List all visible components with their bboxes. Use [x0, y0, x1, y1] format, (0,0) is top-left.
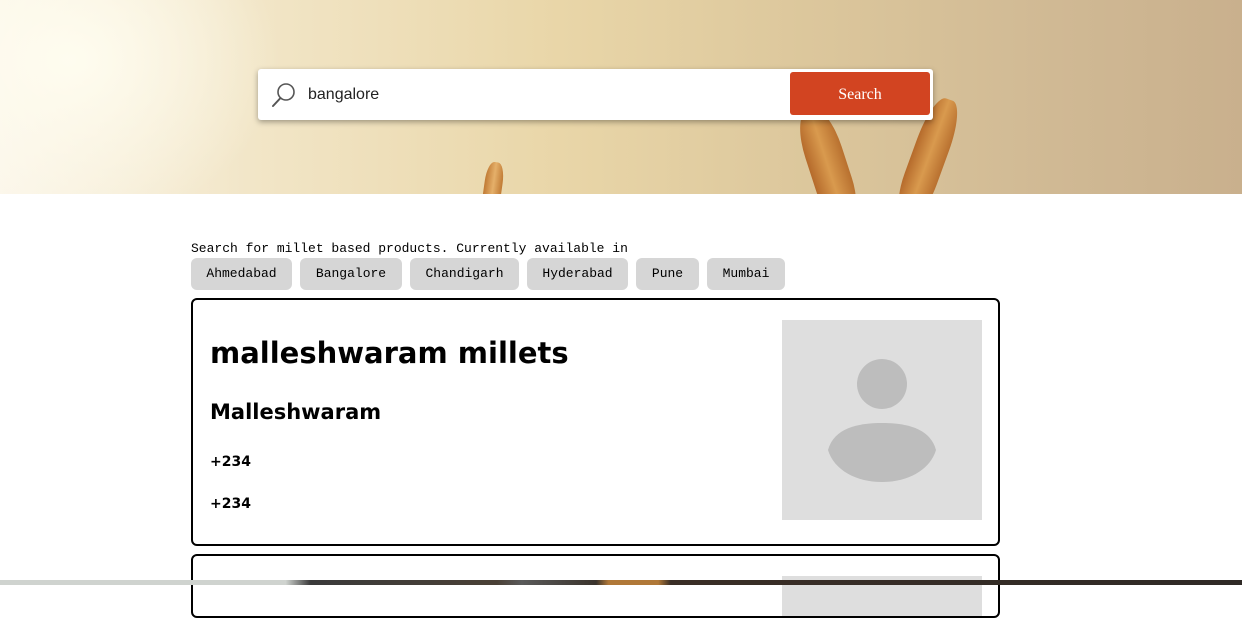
search-button[interactable]: Search [790, 72, 930, 115]
city-chip-hyderabad[interactable]: Hyderabad [527, 258, 628, 290]
hero-banner: Search [0, 0, 1242, 194]
result-card[interactable] [191, 554, 1000, 618]
search-input[interactable] [306, 77, 780, 113]
store-phone: +234 [210, 496, 251, 512]
user-icon [828, 359, 936, 482]
city-chip-bangalore[interactable]: Bangalore [300, 258, 402, 290]
city-chip-chandigarh[interactable]: Chandigarh [410, 258, 519, 290]
city-chip-mumbai[interactable]: Mumbai [707, 258, 785, 290]
avatar-placeholder [782, 320, 982, 520]
search-icon [270, 81, 298, 109]
millet-stalk-image [480, 160, 506, 194]
store-phone: +234 [210, 454, 251, 470]
result-card[interactable]: malleshwaram millets Malleshwaram +234 +… [191, 298, 1000, 546]
intro-text: Search for millet based products. Curren… [191, 241, 628, 256]
taskbar-strip [0, 580, 1242, 585]
city-chip-ahmedabad[interactable]: Ahmedabad [191, 258, 292, 290]
city-chip-pune[interactable]: Pune [636, 258, 699, 290]
store-name: malleshwaram millets [210, 336, 569, 370]
store-area: Malleshwaram [210, 400, 382, 424]
search-bar: Search [258, 69, 933, 120]
